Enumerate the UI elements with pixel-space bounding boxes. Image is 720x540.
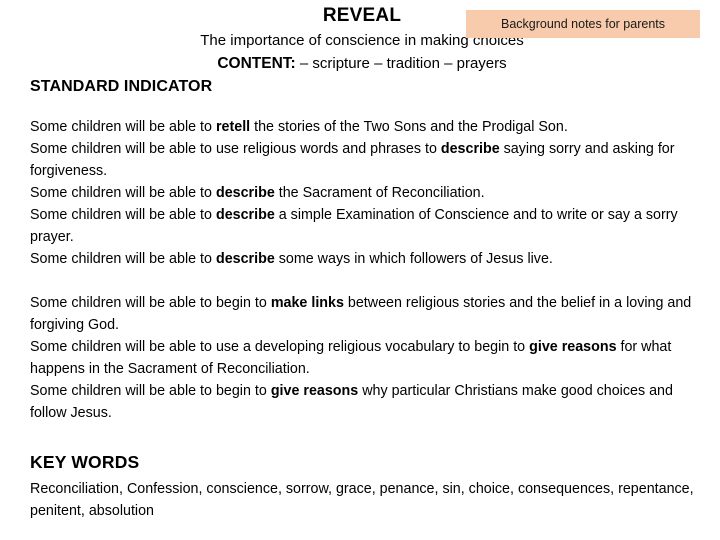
text-run: the Sacrament of Reconciliation. (274, 185, 485, 201)
paragraph-standard-indicators: Some children will be able to retell the… (30, 116, 698, 270)
standard-indicator-heading: STANDARD INDICATOR (30, 78, 213, 95)
paragraph-list: Some children will be able to retell the… (30, 116, 698, 424)
content-line: CONTENT: – scripture – tradition – praye… (0, 51, 720, 74)
slide-root: REVEAL Background notes for parents The … (0, 0, 720, 540)
text-run: Some children will be able to (30, 207, 216, 223)
text-run: Some children will be able to use religi… (30, 141, 441, 157)
emphasised-term: describe (215, 207, 275, 223)
background-notes-badge-label: Background notes for parents (501, 17, 665, 31)
text-run: Some children will be able to begin to (30, 295, 271, 311)
text-run: Some children will be able to use a deve… (30, 339, 530, 355)
key-words-list: Reconciliation, Confession, conscience, … (30, 481, 694, 519)
emphasised-term: give reasons (270, 383, 359, 399)
text-run: the stories of the Two Sons and the Prod… (250, 119, 568, 135)
text-run: Some children will be able to begin to (30, 383, 271, 399)
emphasised-term: describe (440, 141, 500, 157)
emphasised-term: retell (215, 119, 251, 135)
slide-header: REVEAL Background notes for parents The … (0, 0, 720, 98)
text-run: Some children will be able to (30, 185, 216, 201)
key-words-heading: KEY WORDS (30, 452, 140, 472)
emphasised-term: give reasons (529, 339, 617, 355)
background-notes-badge: Background notes for parents (466, 10, 700, 38)
key-words-section: KEY WORDS Reconciliation, Confession, co… (0, 424, 720, 522)
paragraph-extended-indicators: Some children will be able to begin to m… (30, 292, 698, 424)
text-run: Some children will be able to (30, 251, 216, 267)
content-label: CONTENT: (217, 55, 296, 72)
emphasised-term: describe (215, 185, 275, 201)
text-run: some ways in which followers of Jesus li… (274, 251, 553, 267)
content-items: – scripture – tradition – prayers (295, 55, 507, 72)
emphasised-term: describe (215, 251, 275, 267)
text-run: Some children will be able to (30, 119, 216, 135)
emphasised-term: make links (270, 295, 344, 311)
body-text-area: Some children will be able to retell the… (0, 98, 720, 424)
